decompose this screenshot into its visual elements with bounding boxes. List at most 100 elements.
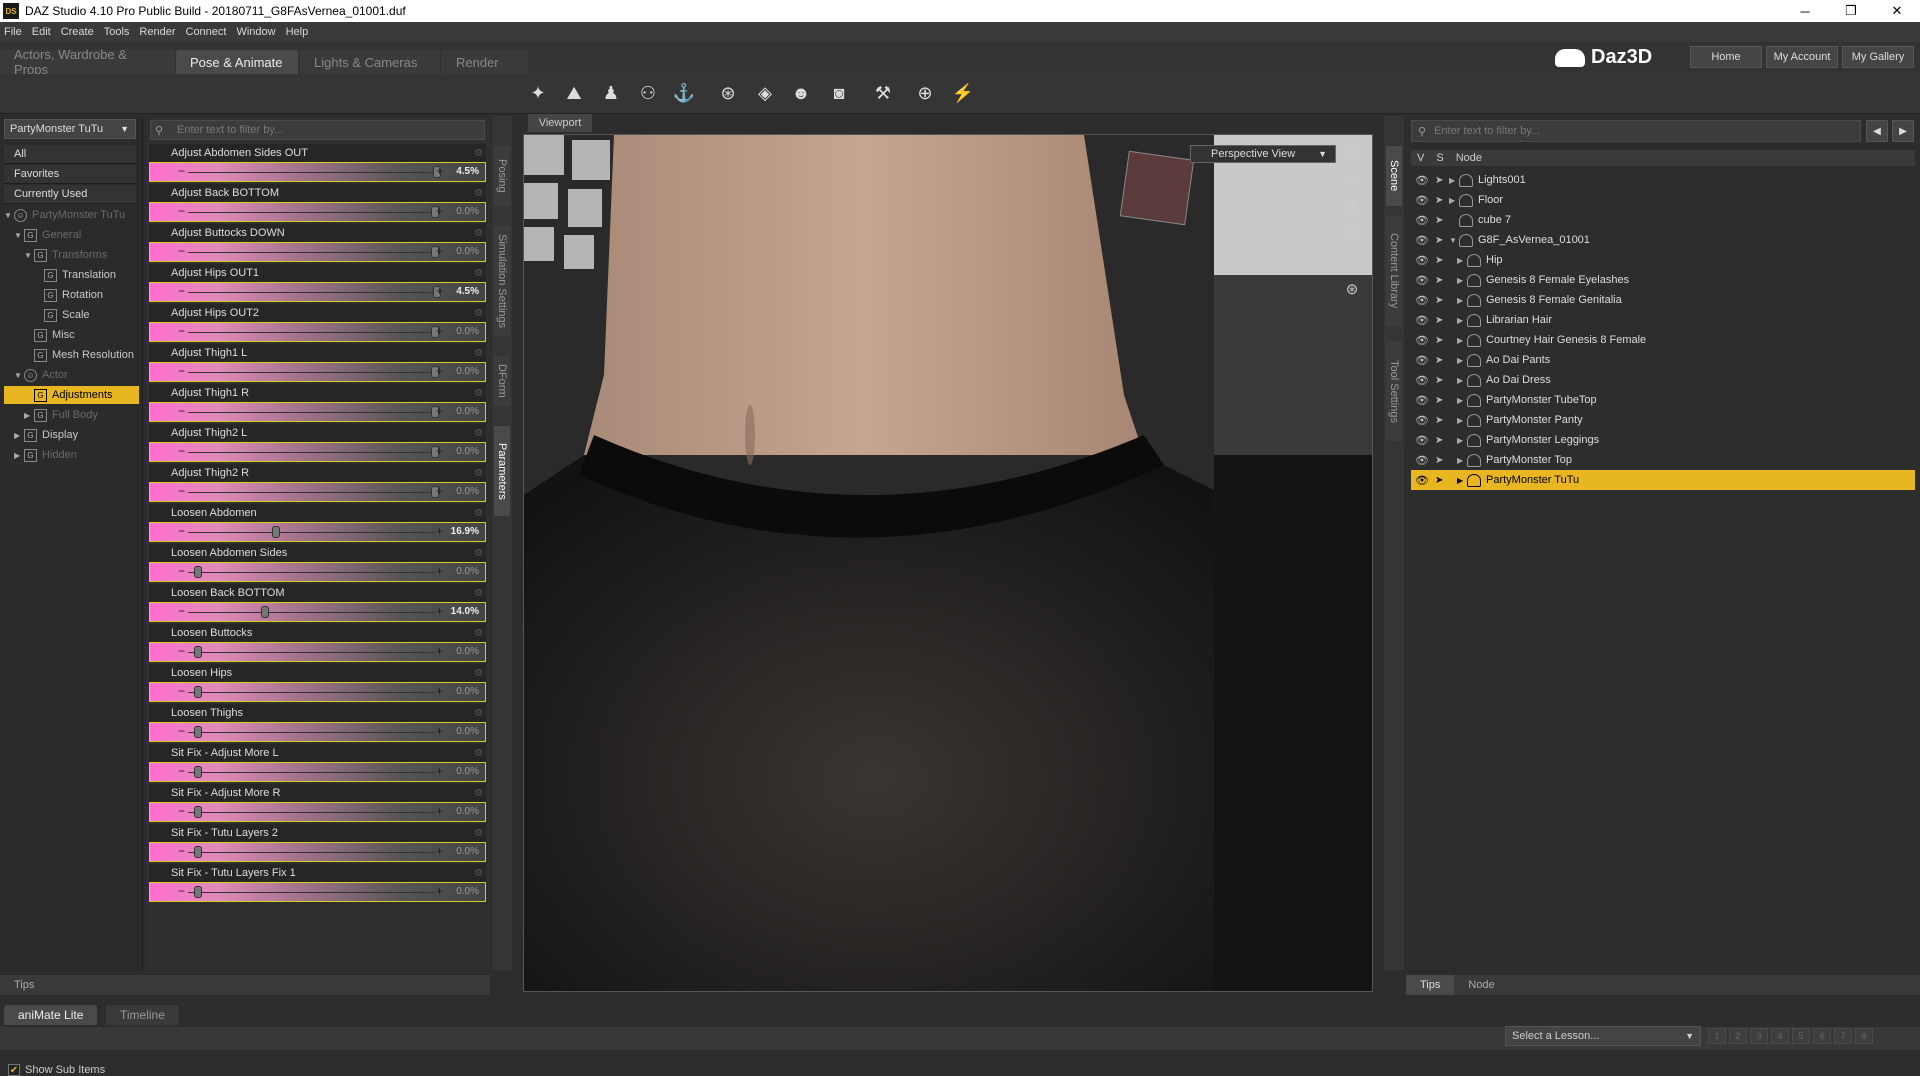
tree-item-transforms[interactable]: ▼ G Transforms — [24, 246, 107, 264]
slider-track[interactable]: − +4.5% — [149, 162, 486, 182]
eye-icon[interactable]: 👁 — [1415, 454, 1429, 467]
selectable-icon[interactable]: ➤ — [1435, 475, 1443, 486]
slider-value[interactable]: 0.0% — [456, 766, 479, 777]
slider-knob[interactable] — [194, 766, 202, 778]
my-gallery-button[interactable]: My Gallery — [1842, 46, 1914, 68]
slider-value[interactable]: 4.5% — [456, 166, 479, 177]
parameter-slider[interactable]: Sit Fix - Adjust More R ⚙ − +0.0% — [149, 784, 486, 822]
tab-lights-cameras[interactable]: Lights & Cameras — [300, 50, 440, 74]
node-weight-icon[interactable]: ⚓ — [671, 80, 697, 106]
expand-icon[interactable]: ▶ — [1457, 316, 1467, 325]
eye-icon[interactable]: 👁 — [1415, 274, 1429, 287]
gear-icon[interactable]: ⚙ — [474, 308, 483, 319]
parameter-slider[interactable]: Adjust Thigh1 R ⚙ − +0.0% — [149, 384, 486, 422]
slider-track[interactable]: − +0.0% — [149, 642, 486, 662]
scene-node-row[interactable]: 👁 ➤ cube 7 — [1411, 210, 1915, 230]
node-selector-dropdown[interactable]: PartyMonster TuTu ▼ — [4, 119, 136, 139]
spot-render-icon[interactable]: ⚒ — [870, 80, 896, 106]
decrement-button[interactable]: − — [178, 484, 185, 498]
increment-button[interactable]: + — [436, 164, 443, 178]
parameter-slider[interactable]: Adjust Thigh2 L ⚙ − +0.0% — [149, 424, 486, 462]
slider-knob[interactable] — [194, 686, 202, 698]
eye-icon[interactable]: 👁 — [1415, 214, 1429, 227]
lesson-page-button[interactable]: 7 — [1834, 1028, 1852, 1044]
lesson-page-button[interactable]: 8 — [1855, 1028, 1873, 1044]
parameter-slider[interactable]: Adjust Thigh1 L ⚙ − +0.0% — [149, 344, 486, 382]
camera-tool-icon[interactable]: ◙ — [826, 80, 852, 106]
slider-track[interactable]: − +0.0% — [149, 802, 486, 822]
tree-item-full-body[interactable]: ▶ G Full Body — [24, 406, 98, 424]
slider-track[interactable]: − +14.0% — [149, 602, 486, 622]
increment-button[interactable]: + — [436, 484, 443, 498]
selectable-icon[interactable]: ➤ — [1435, 175, 1443, 186]
tree-item-scale[interactable]: G Scale — [44, 306, 90, 324]
slider-value[interactable]: 0.0% — [456, 806, 479, 817]
tree-item-adjustments[interactable]: G Adjustments — [4, 386, 139, 404]
column-selectable[interactable]: S — [1430, 152, 1449, 164]
view-cube[interactable] — [1119, 150, 1195, 226]
tab-animate-lite[interactable]: aniMate Lite — [4, 1005, 98, 1025]
minimize-button[interactable]: ─ — [1782, 0, 1828, 22]
slider-knob[interactable] — [194, 726, 202, 738]
menu-connect[interactable]: Connect — [186, 26, 227, 38]
slider-track[interactable]: − +0.0% — [149, 842, 486, 862]
slider-value[interactable]: 0.0% — [456, 726, 479, 737]
slider-track[interactable]: − +0.0% — [149, 682, 486, 702]
expand-icon[interactable]: ▶ — [1457, 376, 1467, 385]
parameter-slider[interactable]: Loosen Abdomen Sides ⚙ − +0.0% — [149, 544, 486, 582]
slider-track[interactable]: − +0.0% — [149, 882, 486, 902]
slider-value[interactable]: 0.0% — [456, 646, 479, 657]
increment-button[interactable]: + — [436, 644, 443, 658]
geometry-editor-icon[interactable]: ☻ — [788, 80, 814, 106]
menu-create[interactable]: Create — [61, 26, 94, 38]
slider-value[interactable]: 0.0% — [456, 406, 479, 417]
parameter-slider[interactable]: Loosen Thighs ⚙ − +0.0% — [149, 704, 486, 742]
menu-window[interactable]: Window — [236, 26, 275, 38]
selectable-icon[interactable]: ➤ — [1435, 195, 1443, 206]
eye-icon[interactable]: 👁 — [1415, 234, 1429, 247]
parameters-filter-input[interactable]: ⚲ Enter text to filter by... — [150, 120, 485, 140]
slider-knob[interactable] — [271, 526, 280, 538]
gear-icon[interactable]: ⚙ — [474, 588, 483, 599]
tree-item-display[interactable]: ▶ G Display — [14, 426, 78, 444]
parameter-slider[interactable]: Sit Fix - Adjust More L ⚙ − +0.0% — [149, 744, 486, 782]
eye-icon[interactable]: 👁 — [1415, 334, 1429, 347]
parameter-slider[interactable]: Adjust Hips OUT1 ⚙ − +4.5% — [149, 264, 486, 302]
expand-icon[interactable]: ▶ — [1457, 456, 1467, 465]
decrement-button[interactable]: − — [178, 684, 185, 698]
decrement-button[interactable]: − — [178, 164, 185, 178]
tree-item-actor[interactable]: ▼ ☺ Actor — [14, 366, 68, 384]
category-all[interactable]: All — [4, 145, 136, 164]
expand-icon[interactable]: ▼ — [14, 231, 24, 240]
tree-item-misc[interactable]: G Misc — [34, 326, 75, 344]
increment-button[interactable]: + — [436, 804, 443, 818]
parameter-slider[interactable]: Sit Fix - Tutu Layers Fix 1 ⚙ − +0.0% — [149, 864, 486, 902]
increment-button[interactable]: + — [436, 844, 443, 858]
forward-arrow-icon[interactable]: ▶ — [1892, 120, 1914, 142]
decrement-button[interactable]: − — [178, 444, 185, 458]
slider-track[interactable]: − +0.0% — [149, 402, 486, 422]
increment-button[interactable]: + — [436, 604, 443, 618]
slider-value[interactable]: 0.0% — [456, 846, 479, 857]
parameter-slider[interactable]: Sit Fix - Tutu Layers 2 ⚙ − +0.0% — [149, 824, 486, 862]
gear-icon[interactable]: ⚙ — [474, 788, 483, 799]
expand-icon[interactable]: ▶ — [1457, 436, 1467, 445]
selectable-icon[interactable]: ➤ — [1435, 415, 1443, 426]
category-favorites[interactable]: Favorites — [4, 165, 136, 184]
gear-icon[interactable]: ⚙ — [474, 388, 483, 399]
expand-icon[interactable]: ▶ — [1457, 476, 1467, 485]
menu-render[interactable]: Render — [139, 26, 175, 38]
lesson-page-button[interactable]: 4 — [1771, 1028, 1789, 1044]
expand-icon[interactable]: ▼ — [14, 371, 24, 380]
slider-track[interactable]: − +0.0% — [149, 242, 486, 262]
eye-icon[interactable]: 👁 — [1415, 254, 1429, 267]
slider-value[interactable]: 0.0% — [456, 486, 479, 497]
tab-posing[interactable]: Posing — [494, 146, 510, 206]
column-visible[interactable]: V — [1411, 152, 1430, 164]
universal-tool-icon[interactable]: ✦ — [525, 80, 551, 106]
region-nav-icon[interactable]: ⊛ — [715, 80, 741, 106]
scene-node-row[interactable]: 👁 ➤ ▶ PartyMonster TubeTop — [1411, 390, 1915, 410]
slider-knob[interactable] — [194, 806, 202, 818]
slider-track[interactable]: − +0.0% — [149, 322, 486, 342]
lesson-page-button[interactable]: 2 — [1729, 1028, 1747, 1044]
